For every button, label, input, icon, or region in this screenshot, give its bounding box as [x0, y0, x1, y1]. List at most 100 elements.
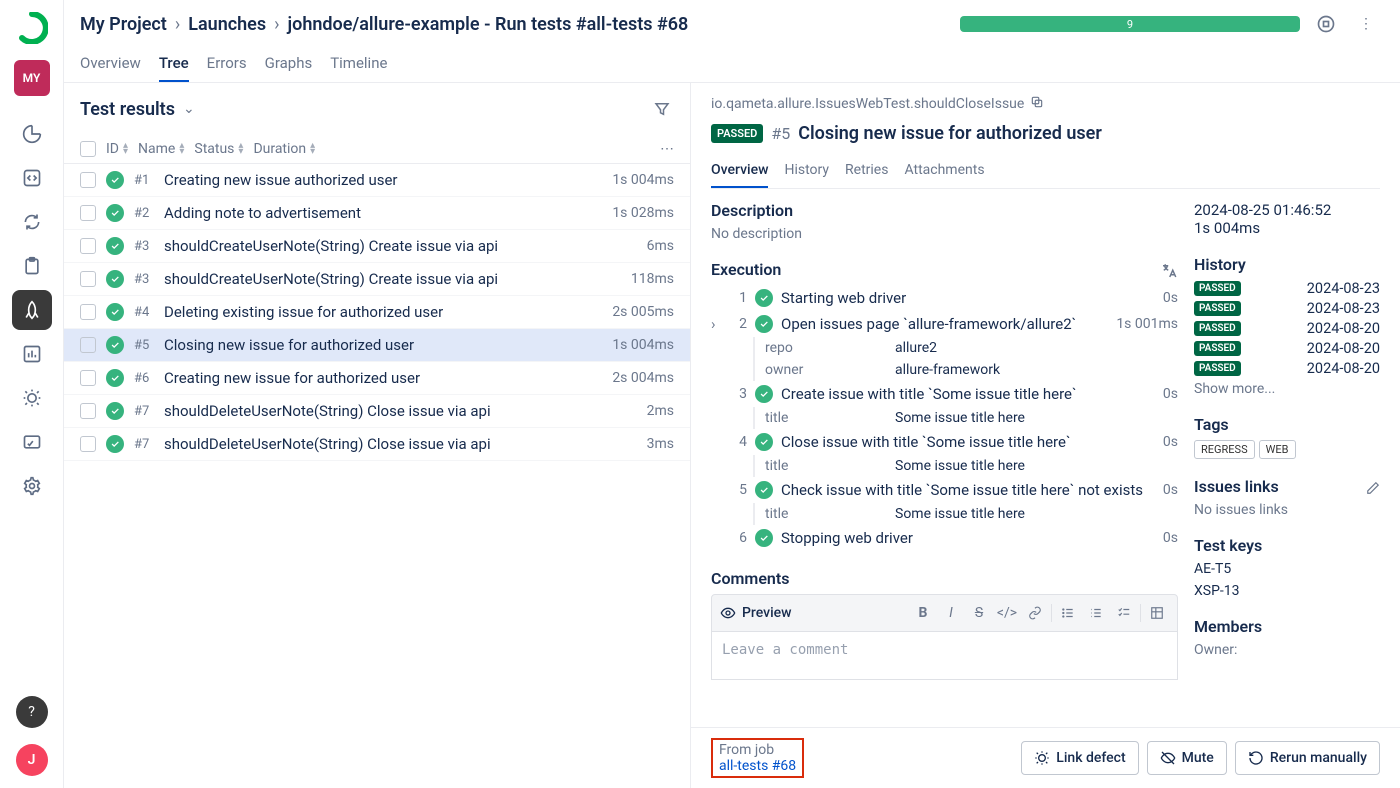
checkbox[interactable]: [80, 238, 96, 254]
checkbox[interactable]: [80, 436, 96, 452]
checkbox[interactable]: [80, 172, 96, 188]
ol-icon[interactable]: [1084, 601, 1108, 625]
history-item[interactable]: PASSED2024-08-20: [1194, 340, 1380, 357]
execution-step[interactable]: 6 Stopping web driver 0s: [711, 525, 1178, 551]
table-row[interactable]: #1 Creating new issue authorized user 1s…: [64, 164, 690, 197]
row-id: #3: [134, 239, 154, 254]
table-row[interactable]: #3 shouldCreateUserNote(String) Create i…: [64, 230, 690, 263]
code-icon[interactable]: </>: [995, 601, 1019, 625]
preview-toggle[interactable]: Preview: [720, 605, 792, 621]
execution-step[interactable]: 3 Create issue with title `Some issue ti…: [711, 381, 1178, 407]
description-heading: Description: [711, 201, 1178, 220]
rerun-button[interactable]: Rerun manually: [1235, 741, 1380, 775]
tab-graphs[interactable]: Graphs: [265, 46, 313, 82]
table-row[interactable]: #2 Adding note to advertisement 1s 028ms: [64, 197, 690, 230]
step-name: Starting web driver: [781, 289, 906, 307]
col-status[interactable]: Status▴▾: [194, 141, 243, 157]
comments-heading: Comments: [711, 569, 1178, 588]
filter-icon[interactable]: [650, 97, 674, 121]
history-item[interactable]: PASSED2024-08-20: [1194, 360, 1380, 377]
checklist-icon[interactable]: [1112, 601, 1136, 625]
table-row[interactable]: #6 Creating new issue for authorized use…: [64, 362, 690, 395]
job-link[interactable]: all-tests #68: [719, 758, 796, 774]
col-duration[interactable]: Duration▴▾: [253, 141, 315, 157]
breadcrumb-project[interactable]: My Project: [80, 14, 167, 35]
history-item[interactable]: PASSED2024-08-23: [1194, 280, 1380, 297]
tab-tree[interactable]: Tree: [159, 46, 189, 82]
checkbox[interactable]: [80, 271, 96, 287]
tab-errors[interactable]: Errors: [207, 46, 247, 82]
nav-env-icon[interactable]: [12, 422, 52, 462]
translate-icon[interactable]: [1160, 262, 1178, 284]
table-row[interactable]: #5 Closing new issue for authorized user…: [64, 329, 690, 362]
show-more-link[interactable]: Show more...: [1194, 381, 1380, 397]
nav-defects-icon[interactable]: [12, 378, 52, 418]
progress-bar[interactable]: 9: [960, 16, 1300, 32]
tag[interactable]: WEB: [1259, 440, 1296, 459]
nav-analytics-icon[interactable]: [12, 334, 52, 374]
mute-button[interactable]: Mute: [1147, 741, 1227, 775]
nav-sync-icon[interactable]: [12, 202, 52, 242]
user-avatar[interactable]: J: [16, 744, 48, 776]
bold-icon[interactable]: B: [911, 601, 935, 625]
strike-icon[interactable]: S: [967, 601, 991, 625]
nav-code-icon[interactable]: [12, 158, 52, 198]
link-defect-button[interactable]: Link defect: [1021, 741, 1138, 775]
detail-tab-history[interactable]: History: [784, 154, 829, 188]
tab-overview[interactable]: Overview: [80, 46, 141, 82]
breadcrumb-launches[interactable]: Launches: [188, 14, 266, 35]
checkbox[interactable]: [80, 337, 96, 353]
history-item[interactable]: PASSED2024-08-20: [1194, 320, 1380, 337]
col-name[interactable]: Name▴▾: [138, 141, 184, 157]
checkbox[interactable]: [80, 370, 96, 386]
execution-step[interactable]: › 2 Open issues page `allure-framework/a…: [711, 311, 1178, 337]
checkbox-all[interactable]: [80, 141, 96, 157]
help-icon[interactable]: ?: [16, 696, 48, 728]
chevron-down-icon[interactable]: ⌄: [183, 101, 195, 117]
checkbox[interactable]: [80, 205, 96, 221]
members-heading: Members: [1194, 617, 1380, 636]
nav-settings-icon[interactable]: [12, 466, 52, 506]
step-number: 1: [731, 290, 747, 306]
more-icon[interactable]: ⋮: [1352, 10, 1380, 38]
table-icon[interactable]: [1145, 601, 1169, 625]
col-id[interactable]: ID▴▾: [106, 141, 128, 157]
topbar: My Project › Launches › johndoe/allure-e…: [64, 0, 1400, 38]
copy-icon[interactable]: [1030, 95, 1044, 113]
step-name: Check issue with title `Some issue title…: [781, 481, 1143, 499]
detail-tab-retries[interactable]: Retries: [845, 154, 888, 188]
tag[interactable]: REGRESS: [1194, 440, 1255, 459]
execution-step[interactable]: 5 Check issue with title `Some issue tit…: [711, 477, 1178, 503]
detail-tab-overview[interactable]: Overview: [711, 154, 768, 188]
edit-icon[interactable]: [1366, 481, 1380, 499]
row-id: #2: [134, 206, 154, 221]
nav-dashboard-icon[interactable]: [12, 114, 52, 154]
results-title: Test results: [80, 99, 175, 120]
link-icon[interactable]: [1023, 601, 1047, 625]
table-row[interactable]: #4 Deleting existing issue for authorize…: [64, 296, 690, 329]
history-item[interactable]: PASSED2024-08-23: [1194, 300, 1380, 317]
stop-icon[interactable]: [1312, 10, 1340, 38]
comment-input[interactable]: Leave a comment: [711, 632, 1178, 680]
execution-step[interactable]: 1 Starting web driver 0s: [711, 285, 1178, 311]
detail-footer: From job all-tests #68 Link defect Mute: [691, 727, 1400, 788]
italic-icon[interactable]: I: [939, 601, 963, 625]
table-row[interactable]: #3 shouldCreateUserNote(String) Create i…: [64, 263, 690, 296]
ul-icon[interactable]: [1056, 601, 1080, 625]
checkbox[interactable]: [80, 304, 96, 320]
row-name: shouldCreateUserNote(String) Create issu…: [164, 270, 621, 288]
table-row[interactable]: #7 shouldDeleteUserNote(String) Close is…: [64, 428, 690, 461]
step-duration: 0s: [1163, 386, 1178, 402]
nav-launches-icon[interactable]: [12, 290, 52, 330]
project-avatar[interactable]: MY: [14, 60, 50, 96]
table-row[interactable]: #7 shouldDeleteUserNote(String) Close is…: [64, 395, 690, 428]
step-number: 2: [731, 316, 747, 332]
nav-clipboard-icon[interactable]: [12, 246, 52, 286]
execution-step[interactable]: 4 Close issue with title `Some issue tit…: [711, 429, 1178, 455]
columns-more-icon[interactable]: ⋯: [660, 141, 674, 157]
detail-tab-attachments[interactable]: Attachments: [904, 154, 984, 188]
test-id: #5: [771, 124, 790, 143]
logo: [16, 12, 48, 44]
tab-timeline[interactable]: Timeline: [330, 46, 387, 82]
checkbox[interactable]: [80, 403, 96, 419]
